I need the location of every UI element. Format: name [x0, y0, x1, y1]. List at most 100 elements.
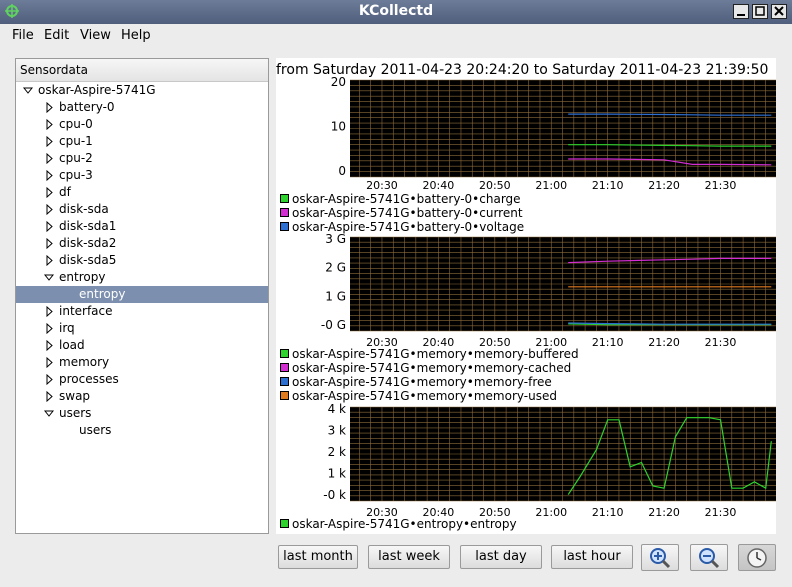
collapsed-arrow-icon[interactable]: [43, 133, 55, 150]
collapsed-arrow-icon[interactable]: [43, 184, 55, 201]
y-tick-label: 1 k: [328, 467, 346, 481]
zoom-out-button[interactable]: [690, 544, 728, 571]
window-title: KCollectd: [358, 3, 434, 19]
legend-swatch: [280, 349, 289, 358]
collapsed-arrow-icon[interactable]: [43, 99, 55, 116]
tree-item-entropy[interactable]: entropy: [16, 269, 268, 286]
tree-item-label: cpu-1: [59, 134, 93, 148]
tree-item-cpu-0[interactable]: cpu-0: [16, 116, 268, 133]
legend-swatch: [280, 222, 289, 231]
tree-item-label: entropy: [79, 287, 126, 301]
menu-help[interactable]: Help: [121, 28, 151, 43]
last-month-button[interactable]: last month: [278, 545, 358, 569]
menu-view[interactable]: View: [80, 28, 111, 43]
tree-item-irq[interactable]: irq: [16, 320, 268, 337]
tree-item-cpu-2[interactable]: cpu-2: [16, 150, 268, 167]
legend-label: oskar-Aspire-5741G•entropy•entropy: [292, 517, 517, 531]
tree-item-label: disk-sda1: [59, 219, 117, 233]
collapsed-arrow-icon[interactable]: [43, 303, 55, 320]
collapsed-arrow-icon[interactable]: [43, 337, 55, 354]
legend-battery: oskar-Aspire-5741G•battery-0•charge oskar…: [280, 192, 524, 234]
collapsed-arrow-icon[interactable]: [43, 354, 55, 371]
tree-item-cpu-3[interactable]: cpu-3: [16, 167, 268, 184]
tree-item-load[interactable]: load: [16, 337, 268, 354]
clock-icon: [747, 548, 767, 568]
tree-item-users[interactable]: users: [16, 405, 268, 422]
tree-item-disk-sda[interactable]: disk-sda: [16, 201, 268, 218]
tree-item-label: cpu-2: [59, 151, 93, 165]
graph-area: from Saturday 2011-04-23 20:24:20 to Sat…: [276, 58, 776, 534]
zoom-in-icon: [650, 548, 671, 569]
collapsed-arrow-icon[interactable]: [43, 320, 55, 337]
tree-item-memory[interactable]: memory: [16, 354, 268, 371]
legend-label: oskar-Aspire-5741G•battery-0•current: [292, 206, 523, 220]
collapsed-arrow-icon[interactable]: [43, 116, 55, 133]
tree-item-label: disk-sda: [59, 202, 109, 216]
last-day-button[interactable]: last day: [460, 545, 542, 569]
expanded-arrow-icon[interactable]: [43, 405, 55, 422]
collapsed-arrow-icon[interactable]: [43, 388, 55, 405]
x-tick-label: 21:10: [592, 336, 624, 349]
sensor-tree[interactable]: Sensordata oskar-Aspire-5741G battery-0 cp…: [15, 58, 269, 534]
collapsed-arrow-icon[interactable]: [43, 252, 55, 269]
legend-swatch: [280, 194, 289, 203]
autoupdate-button[interactable]: [738, 544, 776, 571]
legend-swatch: [280, 208, 289, 217]
y-tick-label: 2 G: [325, 261, 346, 275]
last-hour-label: last hour: [563, 549, 621, 564]
zoom-in-button[interactable]: [641, 544, 679, 571]
collapsed-arrow-icon[interactable]: [43, 371, 55, 388]
collapsed-arrow-icon[interactable]: [43, 167, 55, 184]
tree-item-swap[interactable]: swap: [16, 388, 268, 405]
last-week-button[interactable]: last week: [368, 545, 450, 569]
close-button[interactable]: [771, 4, 787, 19]
legend-label: oskar-Aspire-5741G•memory•memory-buffere…: [292, 347, 579, 361]
x-tick-label: 21:00: [535, 506, 567, 519]
collapsed-arrow-icon[interactable]: [43, 150, 55, 167]
collapsed-arrow-icon[interactable]: [43, 218, 55, 235]
tree-item-battery-0[interactable]: battery-0: [16, 99, 268, 116]
tree-item-disk-sda5[interactable]: disk-sda5: [16, 252, 268, 269]
last-hour-button[interactable]: last hour: [551, 545, 633, 569]
x-tick-label: 21:30: [705, 179, 737, 192]
x-tick-label: 21:00: [535, 179, 567, 192]
menu-file[interactable]: File: [12, 28, 34, 43]
menu-edit[interactable]: Edit: [44, 28, 69, 43]
tree-item-df[interactable]: df: [16, 184, 268, 201]
minimize-button[interactable]: [733, 4, 749, 19]
tree-item-label: memory: [59, 355, 110, 369]
expanded-arrow-icon[interactable]: [22, 82, 34, 99]
last-month-label: last month: [283, 549, 353, 564]
legend-entropy: oskar-Aspire-5741G•entropy•entropy: [280, 517, 517, 531]
x-tick-label: 20:30: [366, 179, 398, 192]
tree-item-disk-sda2[interactable]: disk-sda2: [16, 235, 268, 252]
tree-item-processes[interactable]: processes: [16, 371, 268, 388]
collapsed-arrow-icon[interactable]: [43, 201, 55, 218]
y-tick-label: 4 k: [328, 402, 346, 416]
tree-item-entropy-child[interactable]: entropy: [16, 286, 268, 303]
tree-item-label: interface: [59, 304, 113, 318]
maximize-button[interactable]: [752, 4, 768, 19]
expanded-arrow-icon[interactable]: [43, 269, 55, 286]
legend-label: oskar-Aspire-5741G•battery-0•voltage: [292, 220, 525, 234]
menu-edit-label: Edit: [44, 28, 70, 43]
y-tick-label: 3 G: [325, 232, 346, 246]
tree-item-cpu-1[interactable]: cpu-1: [16, 133, 268, 150]
collapsed-arrow-icon[interactable]: [43, 235, 55, 252]
tree-item-label: cpu-0: [59, 117, 93, 131]
menu-bar: File Edit View Help: [0, 24, 792, 46]
x-tick-label: 21:10: [592, 179, 624, 192]
maximize-icon: [755, 6, 765, 16]
y-tick-label: -0 G: [321, 318, 346, 332]
y-tick-label: 2 k: [328, 445, 346, 459]
tree-body: oskar-Aspire-5741G battery-0 cpu-0 cpu-1 cpu…: [16, 82, 268, 532]
tree-item-disk-sda1[interactable]: disk-sda1: [16, 218, 268, 235]
tree-item-interface[interactable]: interface: [16, 303, 268, 320]
tree-item-users-child[interactable]: users: [16, 422, 268, 439]
tree-item-host[interactable]: oskar-Aspire-5741G: [16, 82, 268, 99]
zoom-out-icon: [699, 548, 720, 569]
legend-entry: oskar-Aspire-5741G•memory•memory-used: [280, 389, 579, 403]
legend-label: oskar-Aspire-5741G•memory•memory-free: [292, 375, 552, 389]
title-bar: KCollectd: [0, 0, 792, 25]
tree-item-label: cpu-3: [59, 168, 93, 182]
